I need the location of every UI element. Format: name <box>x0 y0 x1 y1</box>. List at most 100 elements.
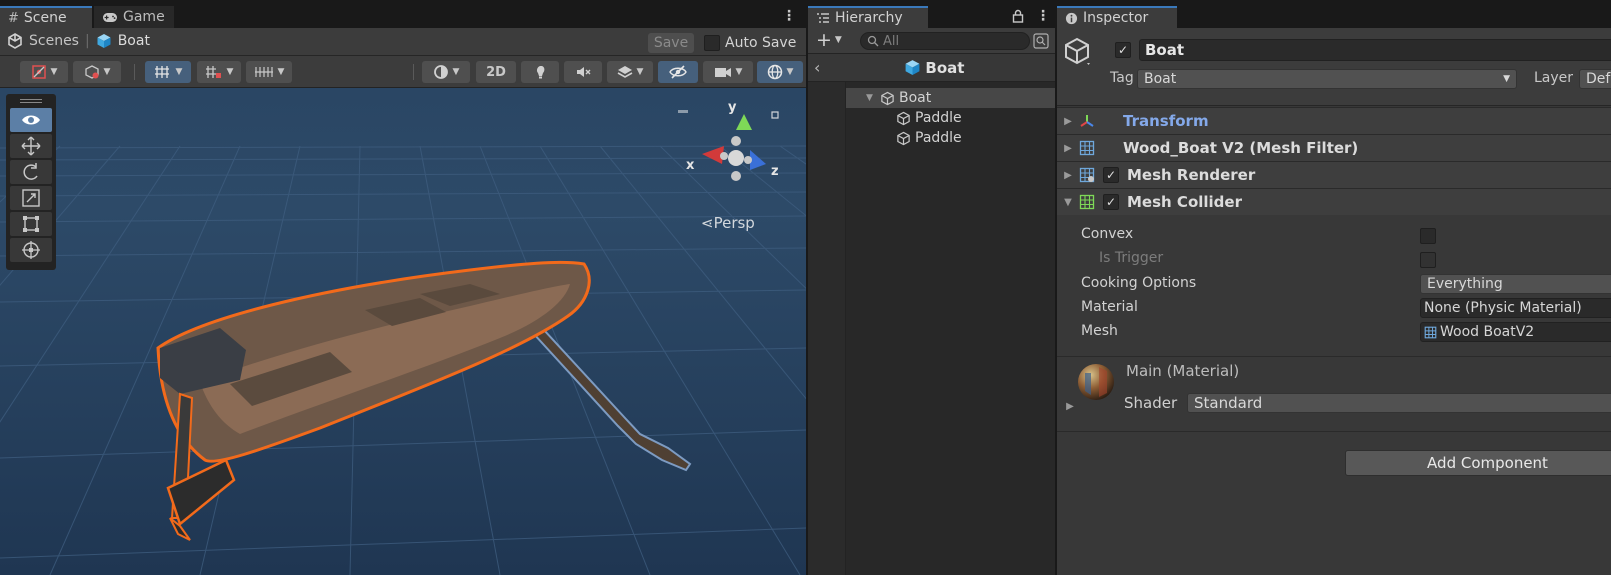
hierarchy-item-paddle[interactable]: Paddle <box>846 128 1055 148</box>
gizmo-x-label[interactable]: x <box>686 158 694 173</box>
breadcrumb: Scenes | Boat <box>7 33 150 49</box>
component-mesh-filter[interactable]: ▶ Wood_Boat V2 (Mesh Filter) <box>1057 134 1611 161</box>
chevron-down-icon: ▼ <box>636 67 644 77</box>
prefab-cube-icon <box>96 33 112 49</box>
tab-game[interactable]: Game <box>94 6 174 28</box>
camera-icon <box>714 65 732 79</box>
material-preview-sphere[interactable] <box>1077 363 1115 401</box>
prefab-mode-header: ‹ Boat <box>808 54 1055 82</box>
move-tool-button[interactable] <box>10 134 52 158</box>
auto-save-toggle[interactable]: Auto Save <box>704 35 796 51</box>
hidden-objects-toggle[interactable] <box>658 61 698 83</box>
breadcrumb-scenes[interactable]: Scenes <box>29 33 79 49</box>
grid-snapping-toggle[interactable]: ▼ <box>145 61 191 83</box>
chevron-down-icon: ▼ <box>277 67 285 77</box>
hierarchy-item-boat[interactable]: ▼ Boat <box>846 88 1055 108</box>
scene-viewport[interactable]: y x z ⋖Persp <box>0 88 806 575</box>
mesh-grid-icon <box>1424 326 1437 339</box>
gizmo-z-label[interactable]: z <box>771 164 779 179</box>
fold-collapsed-icon[interactable]: ▶ <box>1057 170 1079 181</box>
cooking-options-dropdown[interactable]: Everything <box>1420 274 1611 294</box>
toggle-2d-button[interactable]: 2D <box>476 61 516 83</box>
mesh-filter-icon <box>1079 140 1101 156</box>
scene-menu-kebab-icon[interactable]: ⋮ <box>782 8 796 24</box>
view-tool-button[interactable] <box>10 108 52 132</box>
cooking-options-label: Cooking Options <box>1081 275 1197 291</box>
grid-visibility-dropdown[interactable]: ▼ <box>246 61 292 83</box>
checkmark-icon: ✓ <box>1105 195 1117 209</box>
create-dropdown[interactable]: + ▼ <box>816 31 842 50</box>
audio-toggle[interactable] <box>564 61 602 83</box>
component-transform[interactable]: ▶ Transform <box>1057 107 1611 134</box>
component-title: Transform <box>1123 112 1209 130</box>
gizmos-dropdown[interactable]: ▼ <box>757 61 803 83</box>
component-mesh-renderer[interactable]: ▶ ✓ Mesh Renderer <box>1057 161 1611 188</box>
gizmo-globe-icon <box>767 64 783 80</box>
rotate-tool-button[interactable] <box>10 160 52 184</box>
is-trigger-checkbox <box>1420 252 1436 268</box>
mesh-renderer-enabled-checkbox[interactable]: ✓ <box>1103 167 1119 183</box>
fold-collapsed-icon[interactable]: ▶ <box>1057 116 1079 127</box>
component-title: Mesh Renderer <box>1127 166 1256 184</box>
effects-dropdown[interactable]: ▼ <box>607 61 653 83</box>
add-component-button[interactable]: Add Component <box>1345 450 1611 476</box>
hierarchy-menu-kebab-icon[interactable]: ⋮ <box>1036 8 1050 24</box>
fold-expanded-icon[interactable]: ▼ <box>1057 197 1079 208</box>
object-name-input[interactable]: Boat <box>1139 39 1611 61</box>
incremental-snap-dropdown[interactable]: ▼ <box>197 61 241 83</box>
mesh-value: Wood BoatV2 <box>1440 324 1535 340</box>
gizmo-y-label[interactable]: y <box>728 100 736 115</box>
tab-hierarchy[interactable]: Hierarchy <box>808 6 928 28</box>
lighting-toggle[interactable] <box>521 61 559 83</box>
toolbar-divider <box>413 64 414 80</box>
hierarchy-panel: Hierarchy ⋮ + ▼ All ‹ Boat ▼ Boat Paddle… <box>808 6 1055 575</box>
mesh-collider-body: Convex Is Trigger Cooking Options Everyt… <box>1057 215 1611 355</box>
tab-inspector-label: Inspector <box>1083 10 1149 26</box>
gameobject-cube-icon <box>896 111 911 126</box>
camera-settings-dropdown[interactable]: ▼ <box>703 61 753 83</box>
unity-scenes-icon <box>7 33 23 49</box>
tab-scene[interactable]: # Scene <box>0 6 92 28</box>
hierarchy-search-input[interactable]: All <box>860 32 1030 50</box>
mesh-collider-enabled-checkbox[interactable]: ✓ <box>1103 194 1119 210</box>
tab-inspector[interactable]: Inspector <box>1057 6 1177 28</box>
rect-tool-button[interactable] <box>10 212 52 236</box>
convex-label: Convex <box>1081 226 1134 242</box>
fold-collapsed-icon[interactable]: ▶ <box>1057 143 1079 154</box>
snap-increment-icon <box>205 64 223 80</box>
component-mesh-collider[interactable]: ▼ ✓ Mesh Collider <box>1057 188 1611 215</box>
mesh-field[interactable]: Wood BoatV2 <box>1420 322 1611 342</box>
layer-value: Defau <box>1586 71 1611 87</box>
breadcrumb-boat[interactable]: Boat <box>118 33 150 49</box>
auto-save-checkbox[interactable] <box>704 35 720 51</box>
transform-axes-icon <box>1079 113 1101 129</box>
tag-dropdown[interactable]: Boat ▼ <box>1137 69 1517 89</box>
fold-collapsed-icon[interactable]: ▶ <box>1059 401 1081 412</box>
lock-icon[interactable] <box>1012 9 1024 23</box>
save-button[interactable]: Save <box>648 33 694 53</box>
convex-checkbox[interactable] <box>1420 228 1436 244</box>
transform-tool-button[interactable] <box>10 238 52 262</box>
scene-tabbar: # Scene Game ⋮ <box>0 6 806 28</box>
back-chevron-icon[interactable]: ‹ <box>814 58 820 77</box>
eye-icon <box>21 113 41 127</box>
layer-dropdown[interactable]: Defau <box>1579 69 1611 89</box>
gameobject-icon-picker[interactable] <box>1063 36 1093 68</box>
hierarchy-item-paddle[interactable]: Paddle <box>846 108 1055 128</box>
lightbulb-icon <box>532 64 548 80</box>
scale-icon <box>21 188 41 208</box>
chevron-down-icon: ▼ <box>1503 74 1510 84</box>
scale-tool-button[interactable] <box>10 186 52 210</box>
shader-dropdown[interactable]: Standard <box>1187 393 1611 413</box>
active-checkbox[interactable]: ✓ <box>1115 42 1131 58</box>
global-local-dropdown[interactable]: ▼ <box>73 61 121 83</box>
inspector-object-header: ✓ Boat Tag Boat ▼ Layer Defau <box>1057 28 1611 106</box>
search-expand-icon[interactable] <box>1033 33 1049 49</box>
pivot-mode-dropdown[interactable]: ▼ <box>20 61 68 83</box>
draw-mode-dropdown[interactable]: ▼ <box>422 61 470 83</box>
fold-expanded-icon[interactable]: ▼ <box>866 93 876 103</box>
physic-material-field[interactable]: None (Physic Material) <box>1420 298 1611 318</box>
overlay-drag-handle[interactable] <box>10 98 52 104</box>
prefab-header-title: Boat <box>925 58 965 77</box>
projection-toggle[interactable]: ⋖Persp <box>701 214 755 232</box>
